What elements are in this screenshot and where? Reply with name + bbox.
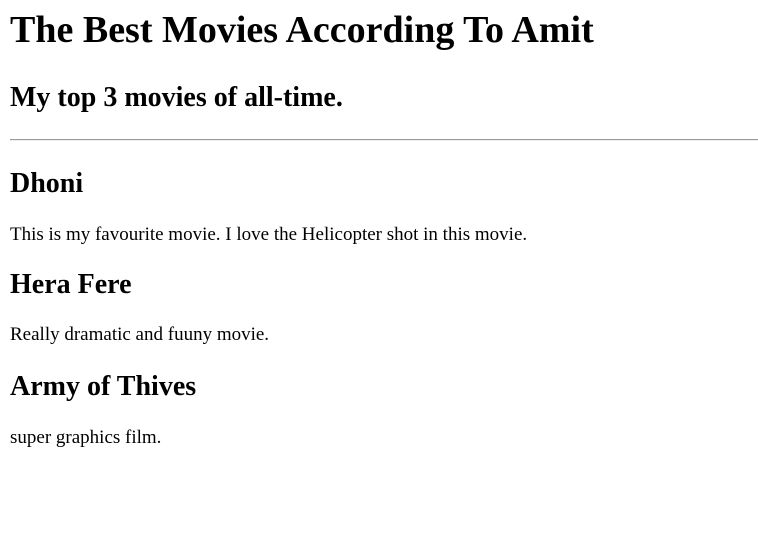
page-subtitle: My top 3 movies of all-time. xyxy=(10,82,343,113)
page-title: The Best Movies According To Amit xyxy=(10,9,594,51)
movie-title: Army of Thives xyxy=(10,371,197,402)
movie-title: Dhoni xyxy=(10,168,84,199)
movie-description: Really dramatic and fuuny movie. xyxy=(10,324,270,345)
page: The Best Movies According To Amit My top… xyxy=(0,0,758,449)
divider xyxy=(10,139,758,141)
movie-description: This is my favourite movie. I love the H… xyxy=(10,224,528,245)
movie-entry: Dhoni This is my favourite movie. I love… xyxy=(10,169,748,246)
movie-title: Hera Fere xyxy=(10,269,132,300)
movie-description: super graphics film. xyxy=(10,427,162,448)
movie-entry: Hera Fere Really dramatic and fuuny movi… xyxy=(10,270,748,346)
movie-entry: Army of Thives super graphics film. xyxy=(10,372,748,449)
